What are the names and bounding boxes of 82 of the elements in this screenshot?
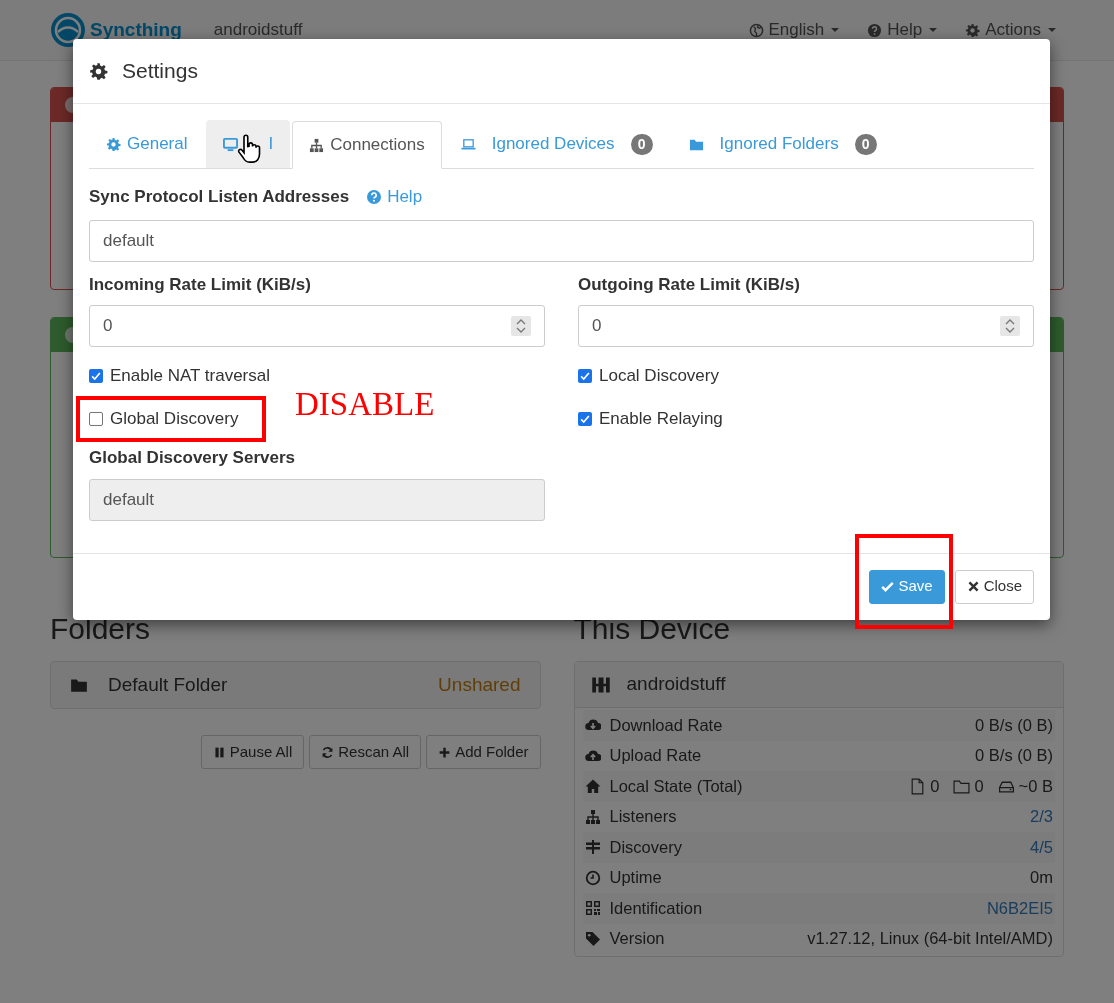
folder-count: 0 — [974, 775, 984, 797]
row-value: 0m — [1030, 867, 1053, 889]
settings-tab[interactable]: Connections — [292, 121, 442, 169]
number-field[interactable]: 0 — [89, 305, 545, 347]
row-value: v1.27.12, Linux (64-bit Intel/AMD) — [807, 928, 1053, 950]
file-count: 0 — [930, 775, 940, 797]
device-name: androidstuff — [213, 19, 303, 42]
caret-icon — [1048, 28, 1056, 32]
number-field[interactable]: 0 — [578, 305, 1034, 347]
logo-icon[interactable] — [50, 12, 86, 48]
checkbox[interactable] — [89, 369, 103, 383]
question-icon — [366, 188, 383, 205]
sitemap-icon — [309, 137, 325, 153]
folder-status: Unshared — [438, 672, 521, 697]
checkbox[interactable] — [578, 412, 592, 426]
row-label: Identification — [609, 897, 703, 919]
annotation-text: DISABLE — [295, 388, 435, 421]
settings-tab[interactable]: I — [206, 120, 291, 168]
checkbox[interactable] — [578, 369, 592, 383]
check-icon — [881, 580, 895, 593]
settings-tab[interactable]: Ignored Folders 0 — [671, 120, 894, 168]
spinner-icon[interactable] — [1000, 316, 1020, 336]
help-link[interactable]: Help — [366, 184, 423, 210]
hand-cursor-icon — [236, 134, 263, 164]
row-label: Version — [609, 928, 665, 950]
checkbox-label: Local Discovery — [599, 365, 719, 388]
globe-icon — [748, 22, 764, 38]
row-value: 0 B/s (0 B) — [975, 714, 1053, 736]
clock-icon — [584, 869, 601, 886]
sitemap-icon — [584, 808, 601, 825]
gear-icon — [965, 22, 981, 38]
pause-icon — [212, 745, 226, 759]
close-button[interactable]: Close — [954, 569, 1034, 604]
value-link[interactable]: N6B2EI5 — [986, 895, 1053, 921]
device-title: androidstuff — [626, 672, 726, 697]
row-label: Uptime — [609, 867, 662, 889]
folder-name: Default Folder — [108, 672, 228, 697]
refresh-icon — [321, 745, 335, 759]
folder-icon — [70, 676, 88, 694]
checkbox-label: Enable NAT traversal — [110, 365, 270, 388]
field-label: Outgoing Rate Limit (KiB/s) — [578, 273, 801, 296]
laptop-icon — [460, 136, 476, 152]
row-label: Listeners — [609, 806, 677, 828]
folder-action-button[interactable]: Pause All — [200, 735, 305, 769]
checkbox[interactable] — [89, 412, 103, 426]
row-label: Download Rate — [609, 714, 723, 736]
count-badge: 0 — [630, 133, 653, 155]
value-link[interactable]: 2/3 — [1030, 804, 1053, 830]
folder-panel[interactable]: Default Folder Unshared — [50, 661, 541, 709]
row-label: Upload Rate — [609, 745, 702, 767]
signpost-icon — [584, 839, 601, 856]
qr-code-icon — [584, 900, 601, 917]
home-icon — [584, 778, 601, 795]
field-label: Sync Protocol Listen Addresses — [89, 186, 350, 208]
settings-tab[interactable]: Ignored Devices 0 — [443, 120, 670, 168]
checkbox-label: Enable Relaying — [599, 408, 723, 431]
field-label: Incoming Rate Limit (KiB/s) — [89, 273, 312, 296]
text-field[interactable]: default — [89, 219, 1034, 262]
folder-action-button[interactable]: Add Folder — [426, 735, 541, 769]
question-icon — [867, 22, 883, 38]
row-label: Local State (Total) — [609, 775, 743, 797]
gear-icon — [89, 61, 108, 81]
plus-icon — [438, 745, 452, 759]
count-badge: 0 — [854, 133, 877, 155]
gear-icon — [106, 136, 121, 152]
caret-icon — [831, 28, 840, 32]
tag-icon — [584, 930, 601, 947]
value-link[interactable]: 4/5 — [1030, 834, 1053, 860]
row-label: Discovery — [609, 836, 682, 858]
folder-action-button[interactable]: Rescan All — [309, 735, 422, 769]
field-label: Global Discovery Servers — [89, 447, 296, 469]
row-value: 0 B/s (0 B) — [975, 745, 1053, 767]
settings-tab[interactable]: General — [89, 120, 205, 168]
spinner-icon[interactable] — [511, 316, 531, 336]
close-icon — [966, 580, 980, 593]
save-button[interactable]: Save — [869, 569, 945, 604]
caret-icon — [929, 28, 938, 32]
checkbox-label: Global Discovery — [110, 408, 239, 431]
dialog-title: Settings — [122, 58, 198, 85]
monitor-icon — [223, 136, 239, 152]
size-value: ~0 B — [1018, 775, 1053, 797]
section-heading: Folders — [50, 611, 152, 647]
